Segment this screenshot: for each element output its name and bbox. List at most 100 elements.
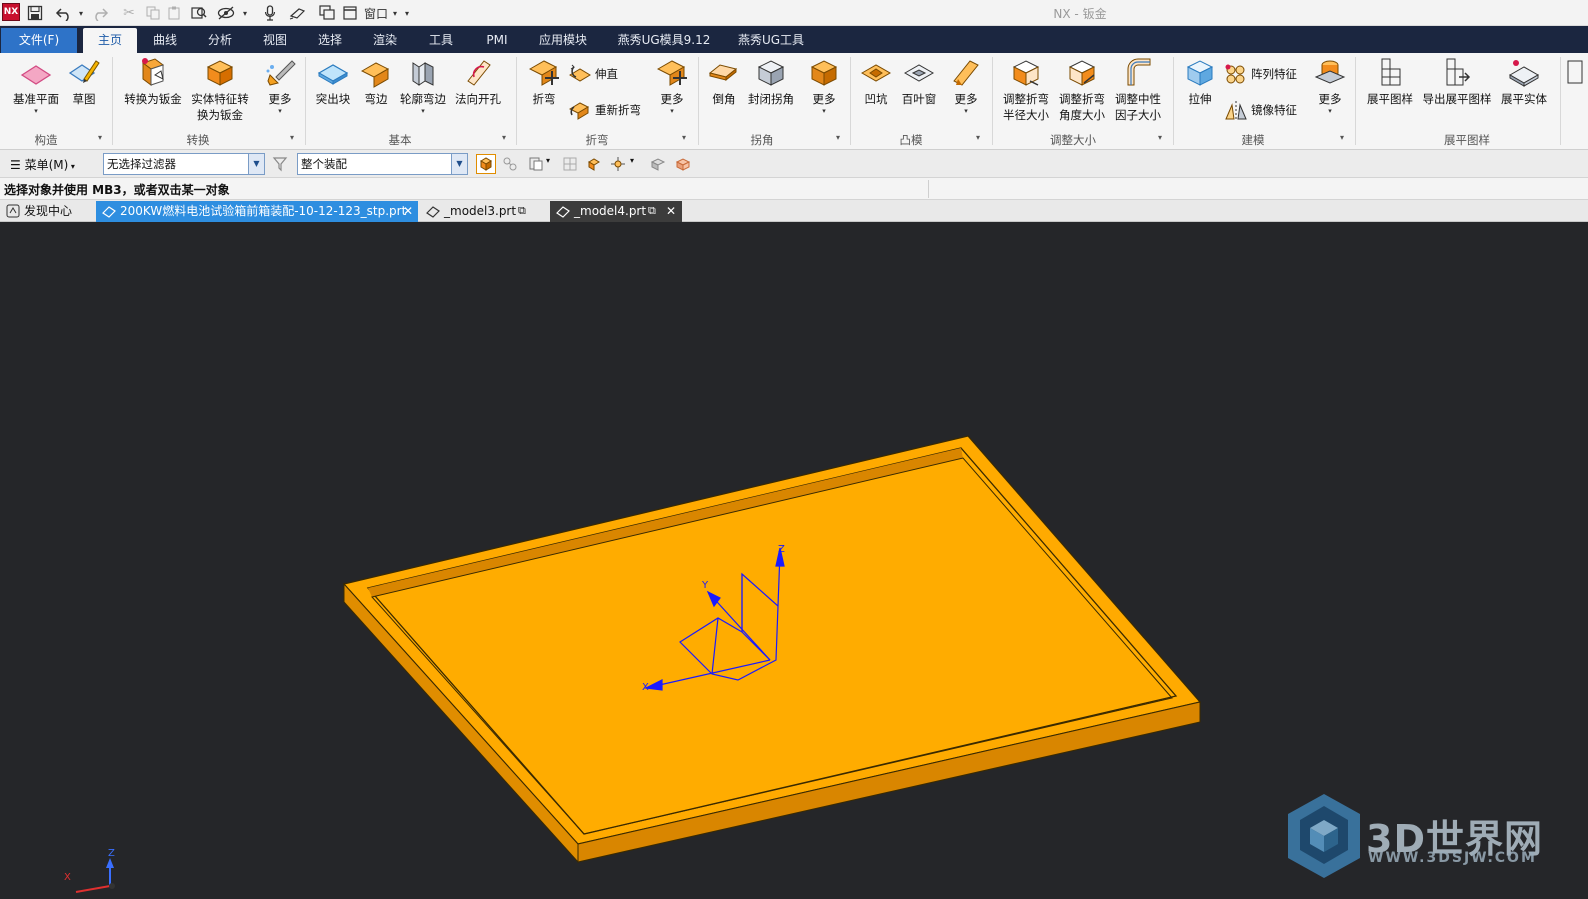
tab-feature-icon xyxy=(317,64,349,85)
csys-x-label: X xyxy=(642,682,649,693)
unbend-button[interactable]: 伸直 xyxy=(568,63,618,85)
corner-more-button[interactable]: 更多 ▾ xyxy=(802,55,846,115)
menu-button[interactable]: ☰ 菜单(M) ▾ xyxy=(10,156,75,173)
tab-assembly-part[interactable]: 200KW燃料电池试验箱前箱装配-10-12-123_stp.prt ✕ xyxy=(96,201,418,222)
snap-point-dropdown-icon[interactable]: ▾ xyxy=(630,156,646,172)
tab-tools[interactable]: 工具 xyxy=(418,28,464,53)
tab-discovery-center[interactable]: 发现中心 xyxy=(0,201,94,222)
select-body-icon[interactable] xyxy=(476,154,496,174)
group-resize-expand-icon[interactable]: ▾ xyxy=(1158,133,1162,142)
group-basic-expand-icon[interactable]: ▾ xyxy=(502,133,506,142)
bend-more-icon xyxy=(656,60,687,86)
show-hidden-edges-icon[interactable] xyxy=(675,156,691,172)
group-bend-expand-icon[interactable]: ▾ xyxy=(682,133,686,142)
selection-scope-value: 整个装配 xyxy=(301,157,347,171)
extrude-button[interactable]: 拉伸 xyxy=(1178,55,1222,107)
undo-icon[interactable] xyxy=(54,3,74,23)
hide-show-icon[interactable] xyxy=(216,3,236,23)
filter-reset-icon[interactable] xyxy=(272,156,288,172)
mirror-feature-button[interactable]: 镜像特征 xyxy=(1224,99,1297,121)
cut-icon: ✂ xyxy=(123,5,135,21)
modeling-more-button[interactable]: 更多 ▾ xyxy=(1308,55,1352,115)
convert-to-sheet-metal-button[interactable]: 转换为钣金 xyxy=(118,55,188,107)
type-filter-select[interactable]: 无选择过滤器 ▼ xyxy=(103,153,265,175)
file-menu-tab[interactable]: 文件(F) xyxy=(1,28,77,53)
microphone-icon[interactable] xyxy=(262,3,278,23)
tab-yanxiu-mold[interactable]: 燕秀UG模具9.12 xyxy=(608,28,720,53)
bend-more-button[interactable]: 更多 ▾ xyxy=(650,55,694,115)
feature-selection-dropdown-icon[interactable]: ▾ xyxy=(546,156,562,172)
datum-plane-button[interactable]: 基准平面 ▾ xyxy=(6,55,66,115)
save-icon[interactable] xyxy=(26,3,44,23)
type-filter-dropdown-icon[interactable]: ▼ xyxy=(248,154,264,174)
brush-icon xyxy=(266,60,296,86)
command-finder-icon[interactable] xyxy=(190,3,208,23)
tab-view[interactable]: 视图 xyxy=(252,28,298,53)
model-view-canvas[interactable]: Z X Y Z X xyxy=(0,222,1588,899)
window-menu-label[interactable]: 窗口 xyxy=(361,3,391,23)
sheet-metal-tray-part[interactable] xyxy=(342,435,1202,864)
dimple-button[interactable]: 凹坑 xyxy=(856,55,896,107)
pattern-feature-button[interactable]: 阵列特征 xyxy=(1224,63,1297,85)
group-construct-expand-icon[interactable]: ▾ xyxy=(98,133,102,142)
group-corner-expand-icon[interactable]: ▾ xyxy=(836,133,840,142)
solid-feature-to-sheet-metal-button[interactable]: 实体特征转 换为钣金 xyxy=(186,55,254,123)
nx-logo[interactable]: NX xyxy=(2,3,20,21)
flat-solid-button[interactable]: 展平实体 xyxy=(1496,55,1552,107)
resize-bend-radius-button[interactable]: 调整折弯 半径大小 xyxy=(998,55,1054,123)
snap-point-on-body-icon[interactable] xyxy=(586,156,602,172)
tab-analysis[interactable]: 分析 xyxy=(197,28,243,53)
resize-neutral-factor-icon xyxy=(1127,58,1151,86)
group-emboss-expand-icon[interactable]: ▾ xyxy=(976,133,980,142)
tab-feature-button[interactable]: 突出块 xyxy=(310,55,356,107)
close-tab-icon[interactable]: ✕ xyxy=(666,201,676,221)
graphics-window[interactable]: Z X Y Z X 3D世界网 WWW.3DSJW.COM xyxy=(0,222,1588,899)
flat-pattern-button[interactable]: 展平图样 xyxy=(1362,55,1418,107)
sketch-icon xyxy=(68,60,100,83)
tab-model3[interactable]: _model3.prt ⧉ xyxy=(420,201,548,222)
switch-window-icon[interactable] xyxy=(318,3,336,23)
undo-dropdown-icon[interactable]: ▾ xyxy=(76,3,86,23)
window-dropdown-icon[interactable]: ▾ xyxy=(390,3,400,23)
touch-mode-icon[interactable] xyxy=(288,3,308,23)
tab-select[interactable]: 选择 xyxy=(307,28,353,53)
selection-scope-select[interactable]: 整个装配 ▼ xyxy=(297,153,468,175)
group-separator xyxy=(850,57,851,145)
ribbon-overflow-button[interactable] xyxy=(1564,55,1588,91)
select-connected-icon[interactable] xyxy=(502,156,518,172)
tab-render[interactable]: 渲染 xyxy=(362,28,408,53)
show-wireframe-icon[interactable] xyxy=(650,156,666,172)
normal-cutout-button[interactable]: 法向开孔 xyxy=(452,55,504,107)
flat-pattern-label: 展平图样 xyxy=(1367,92,1413,106)
customize-quick-access-icon[interactable]: ▾ xyxy=(402,3,412,23)
group-convert-expand-icon[interactable]: ▾ xyxy=(290,133,294,142)
snap-grid-icon[interactable] xyxy=(562,156,578,172)
contour-flange-button[interactable]: 轮廓弯边 ▾ xyxy=(396,55,450,115)
resize-neutral-factor-button[interactable]: 调整中性 因子大小 xyxy=(1110,55,1166,123)
chamfer-icon xyxy=(708,64,738,82)
louver-button[interactable]: 百叶窗 xyxy=(898,55,940,107)
chamfer-button[interactable]: 倒角 xyxy=(702,55,746,107)
rebend-button[interactable]: 重新折弯 xyxy=(568,99,641,121)
selection-scope-dropdown-icon[interactable]: ▼ xyxy=(451,154,467,174)
close-tab-icon[interactable]: ✕ xyxy=(403,201,413,221)
tab-curve[interactable]: 曲线 xyxy=(142,28,188,53)
tab-application[interactable]: 应用模块 xyxy=(530,28,596,53)
flange-button[interactable]: 弯边 xyxy=(356,55,396,107)
emboss-more-button[interactable]: 更多 ▾ xyxy=(944,55,988,115)
tab-model4[interactable]: _model4.prt ⧉ ✕ xyxy=(550,201,682,222)
feature-selection-icon[interactable] xyxy=(528,156,544,172)
hide-show-dropdown-icon[interactable]: ▾ xyxy=(240,3,250,23)
export-flat-pattern-button[interactable]: 导出展平图样 xyxy=(1420,55,1494,107)
resize-bend-angle-button[interactable]: 调整折弯 角度大小 xyxy=(1054,55,1110,123)
sketch-button[interactable]: 草图 xyxy=(64,55,104,107)
window-icon[interactable] xyxy=(342,3,358,23)
snap-point-icon[interactable] xyxy=(610,156,626,172)
closed-corner-button[interactable]: 封闭拐角 xyxy=(746,55,796,107)
tab-home[interactable]: 主页 xyxy=(83,28,137,53)
tab-pmi[interactable]: PMI xyxy=(474,28,520,53)
group-modeling-expand-icon[interactable]: ▾ xyxy=(1340,133,1344,142)
bend-button[interactable]: 折弯 xyxy=(522,55,566,107)
tab-yanxiu-tools[interactable]: 燕秀UG工具 xyxy=(728,28,814,53)
convert-more-button[interactable]: 更多 ▾ xyxy=(258,55,302,115)
